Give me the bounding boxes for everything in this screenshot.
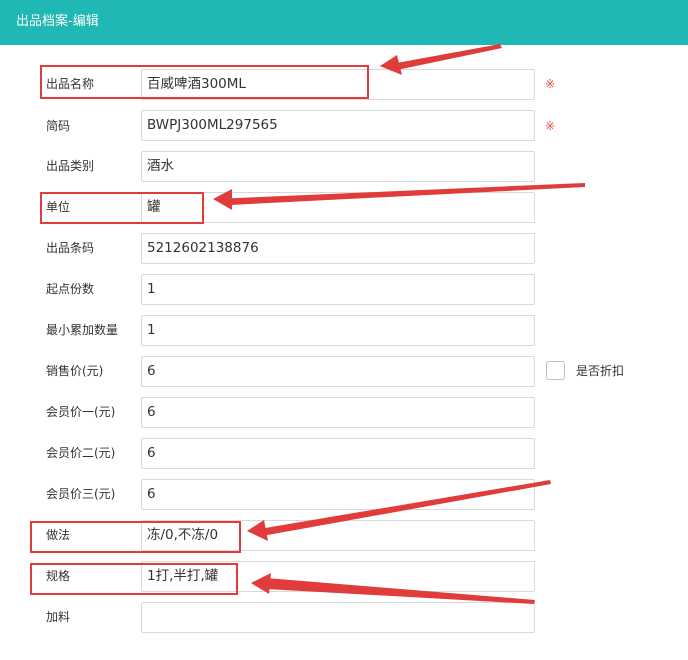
annotation-arrow-unit [213, 183, 585, 210]
annotation-arrows [213, 44, 585, 604]
annotation-arrow-name [380, 44, 502, 75]
annotation-arrow-method [247, 480, 551, 541]
annotation-arrow-spec [251, 573, 535, 604]
